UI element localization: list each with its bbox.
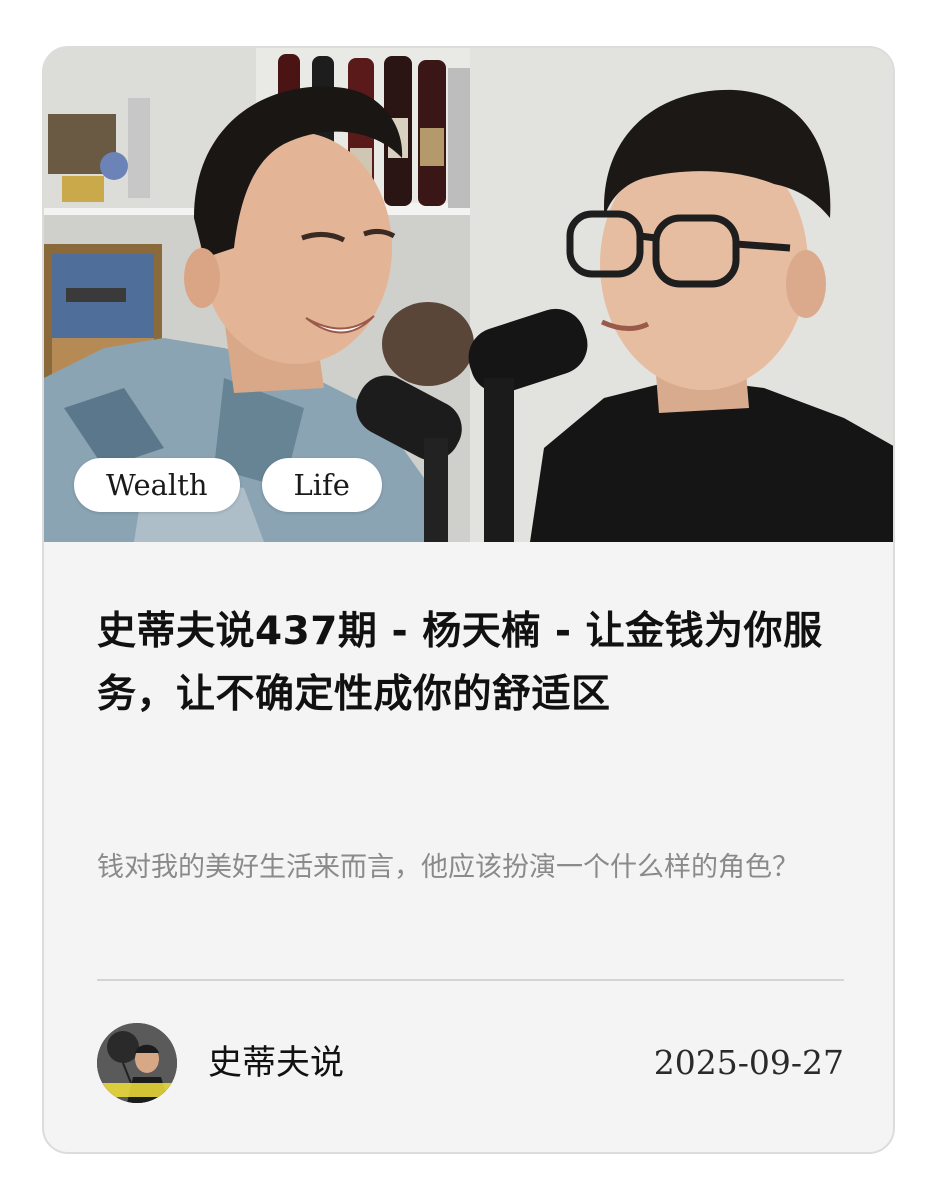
divider (97, 979, 844, 981)
author-name[interactable]: 史蒂夫说 (208, 1041, 344, 1085)
hero-image[interactable]: Wealth Life (44, 48, 893, 542)
episode-subtitle: 钱对我的美好生活来而言，他应该扮演一个什么样的角色？ (97, 852, 799, 883)
tag-life[interactable]: Life (261, 458, 382, 512)
tag-list: Wealth Life (74, 458, 382, 512)
publish-date: 2025-09-27 (653, 1043, 844, 1082)
card-footer: 史蒂夫说 2025-09-27 (97, 1023, 844, 1105)
podcast-episode-card[interactable]: Wealth Life 史蒂夫说437期 - 杨天楠 - 让金钱为你服务，让不确… (42, 46, 895, 1154)
avatar-illustration (97, 1023, 177, 1103)
tag-wealth[interactable]: Wealth (74, 458, 240, 512)
avatar[interactable] (97, 1023, 177, 1103)
episode-title[interactable]: 史蒂夫说437期 - 杨天楠 - 让金钱为你服务，让不确定性成你的舒适区 (97, 600, 857, 726)
